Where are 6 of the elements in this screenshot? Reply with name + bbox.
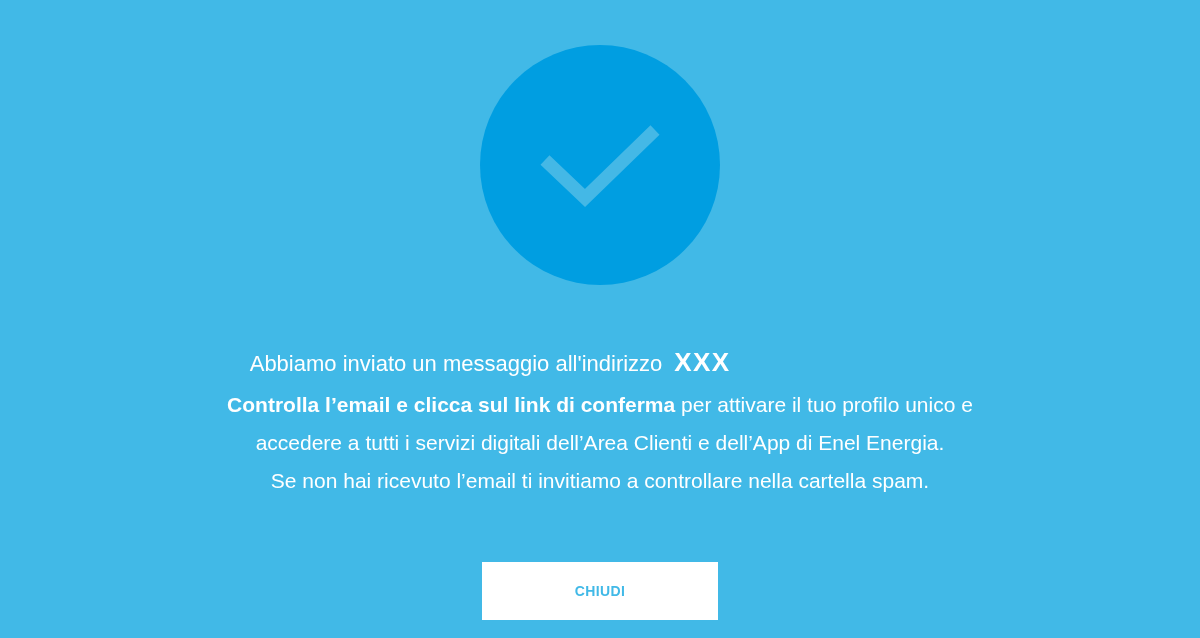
close-button[interactable]: CHIUDI [482,562,718,620]
intro-text: Abbiamo inviato un messaggio all'indirizzo [249,350,663,378]
message-line: accedere a tutti i servizi digitali dell’Area Clienti e dell’App di Enel Energia. [255,430,945,456]
message-line: Controlla l’email e clicca sul link di conferma per attivare il tuo profilo unico e [227,392,973,418]
email-address: XXX [674,346,731,379]
message-line: Se non hai ricevuto l’email ti invitiamo a controllare nella cartella spam. [270,468,930,494]
